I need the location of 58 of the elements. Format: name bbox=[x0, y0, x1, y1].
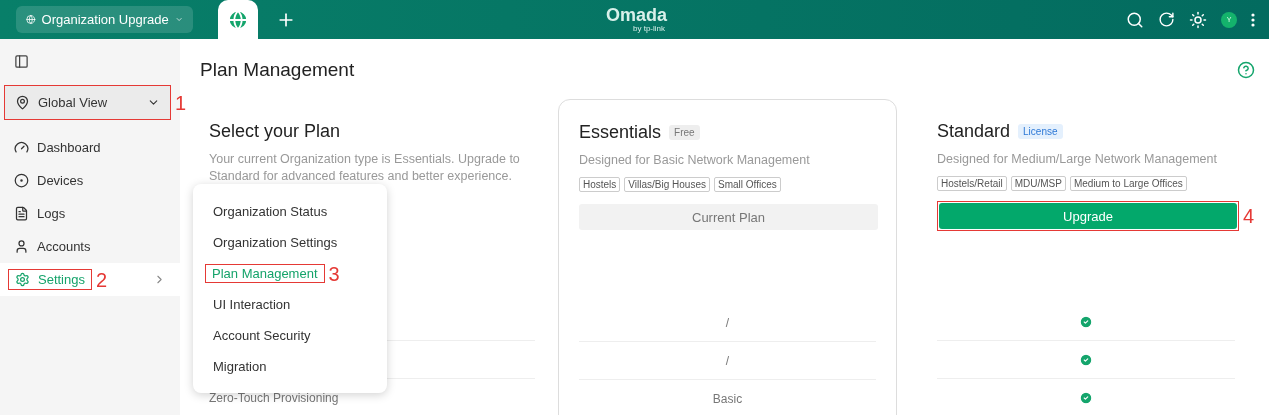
plan-tagline: Designed for Medium/Large Network Management bbox=[937, 151, 1218, 168]
menu-item[interactable]: Organization Settings bbox=[205, 227, 387, 258]
nav-icon bbox=[14, 239, 29, 254]
plan-tag: Hostels bbox=[579, 177, 621, 192]
more-button[interactable] bbox=[1251, 12, 1255, 27]
nav-icon bbox=[15, 272, 30, 287]
menu-item[interactable]: Organization Status bbox=[205, 196, 387, 227]
sidebar-item[interactable]: Logs bbox=[8, 204, 72, 223]
help-icon bbox=[1237, 61, 1255, 79]
callout-number: 4 bbox=[1243, 206, 1255, 226]
plan-tag: Small Offices bbox=[714, 177, 781, 192]
sidebar-item[interactable]: Accounts bbox=[8, 237, 97, 256]
search-button[interactable] bbox=[1126, 10, 1144, 29]
feature-value: Basic bbox=[712, 391, 743, 406]
help-button[interactable] bbox=[1237, 61, 1255, 79]
plan-tag: Hostels/Retail bbox=[937, 176, 1007, 191]
feature-value: / bbox=[725, 315, 730, 330]
menu-item[interactable]: UI Interaction bbox=[205, 289, 387, 320]
more-icon bbox=[1251, 12, 1255, 27]
plan-tag: Medium to Large Offices bbox=[1069, 176, 1187, 191]
nav-icon bbox=[14, 206, 29, 221]
refresh-icon bbox=[1158, 11, 1175, 28]
nav-icon bbox=[14, 173, 29, 188]
menu-item[interactable]: Account Security bbox=[205, 320, 387, 351]
logo-subtext: by tp-link bbox=[633, 24, 666, 33]
logo-text: Omada bbox=[606, 6, 668, 24]
plan-tag: MDU/MSP bbox=[1010, 176, 1066, 191]
feature-name: Zero-Touch Provisioning bbox=[209, 390, 339, 405]
sun-icon bbox=[1189, 10, 1207, 29]
plan-badge: Free bbox=[669, 124, 700, 140]
organization-selector[interactable]: Organization Upgrade bbox=[16, 6, 193, 33]
plan-tag: Villas/Big Houses bbox=[624, 177, 710, 192]
callout-number: 2 bbox=[96, 269, 108, 290]
plan-badge: License bbox=[1018, 123, 1063, 139]
plan-name: Standard bbox=[937, 120, 1011, 142]
callout-number: 1 bbox=[175, 92, 187, 113]
section-title: Select your Plan bbox=[209, 120, 341, 142]
site-selector[interactable]: Global View bbox=[5, 86, 170, 119]
refresh-button[interactable] bbox=[1158, 11, 1175, 28]
page-title: Plan Management bbox=[200, 59, 355, 81]
callout-number: 3 bbox=[328, 263, 340, 284]
sidebar-toggle-icon bbox=[14, 54, 29, 69]
nav-icon bbox=[14, 140, 29, 155]
map-pin-icon bbox=[15, 95, 30, 110]
sidebar-item[interactable]: Dashboard bbox=[8, 138, 107, 157]
feature-value: / bbox=[725, 353, 730, 368]
plan-name: Essentials bbox=[579, 121, 662, 143]
site-tab[interactable] bbox=[218, 0, 258, 39]
current-plan-button[interactable]: Current Plan bbox=[579, 204, 878, 230]
search-icon bbox=[1126, 10, 1144, 29]
plan-description: Your current Organization type is Essentials. Upgrade to Standard for advanced features and better experience. bbox=[209, 151, 521, 185]
menu-item[interactable]: Migration bbox=[205, 351, 387, 382]
globe-icon bbox=[227, 8, 249, 31]
plan-tagline: Designed for Basic Network Management bbox=[579, 152, 811, 169]
sidebar-toggle-button[interactable] bbox=[14, 54, 30, 69]
globe-icon bbox=[26, 12, 36, 27]
theme-button[interactable] bbox=[1189, 10, 1207, 29]
sidebar-item[interactable]: Devices bbox=[8, 171, 90, 190]
